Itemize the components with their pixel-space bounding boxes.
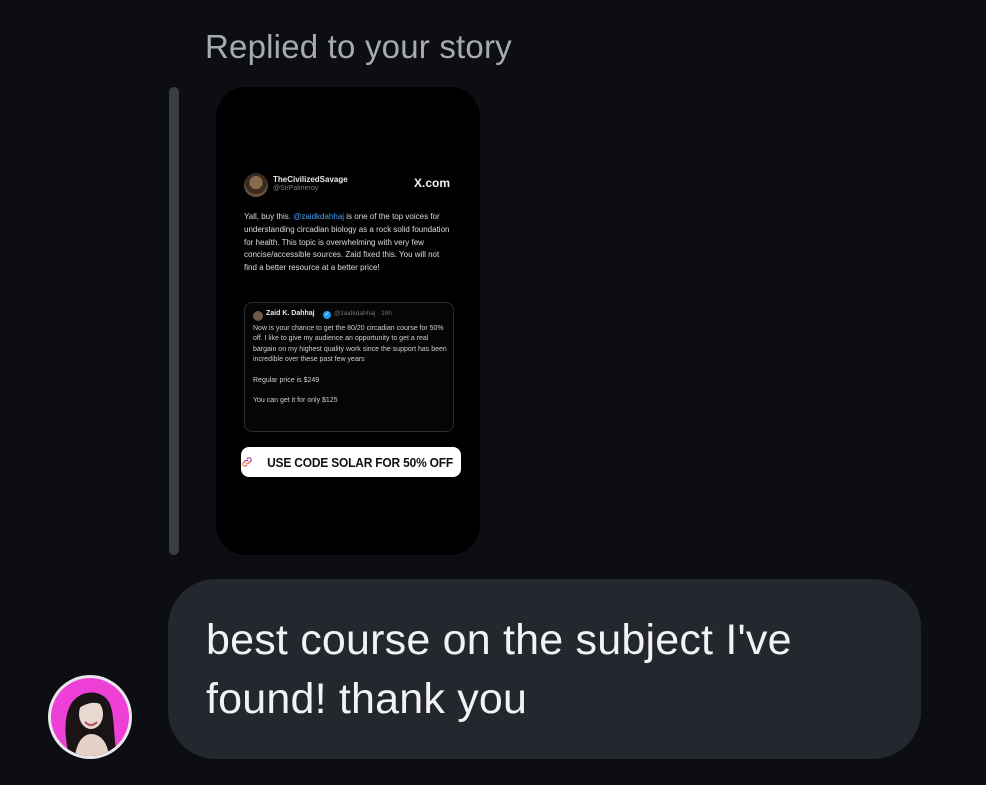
tweet-body: Yall, buy this. @zaidkdahhaj is one of t… xyxy=(244,211,454,275)
quoted-paragraph: You can get it for only $125 xyxy=(253,397,338,405)
message-text: best course on the subject I've found! t… xyxy=(206,616,792,723)
quoted-tweet: Zaid K. Dahhaj ✓ @zaidkdahhaj · 18h Now … xyxy=(244,302,454,432)
link-icon xyxy=(242,457,252,467)
tweet-body-end: is one of the top voices for understandi… xyxy=(244,212,450,273)
tweet-header: TheCivilizedSavage @SirPalmeroy X.com xyxy=(244,173,454,201)
quoted-tweet-body: Now is your chance to get the 80/20 circ… xyxy=(253,324,449,416)
quoted-tweet-header: Zaid K. Dahhaj ✓ @zaidkdahhaj · 18h xyxy=(253,310,448,322)
story-preview[interactable]: TheCivilizedSavage @SirPalmeroy X.com Ya… xyxy=(216,87,480,555)
portrait-icon xyxy=(65,692,117,756)
quoted-author-name: Zaid K. Dahhaj xyxy=(266,310,315,317)
quoted-author-avatar xyxy=(253,311,263,321)
tweet-author-handle: @SirPalmeroy xyxy=(273,185,319,192)
promo-link-sticker[interactable]: USE CODE SOLAR FOR 50% OFF xyxy=(241,447,461,477)
promo-link-label: USE CODE SOLAR FOR 50% OFF xyxy=(266,454,453,470)
sender-avatar[interactable] xyxy=(48,675,132,759)
tweet-body-start: Yall, buy this. xyxy=(244,212,294,221)
tweet-author-avatar xyxy=(244,173,268,197)
tweet-author-name: TheCivilizedSavage xyxy=(273,175,348,184)
replied-to-story-label: Replied to your story xyxy=(205,28,512,65)
x-com-label: X.com xyxy=(413,176,450,190)
quoted-paragraph: Regular price is $249 xyxy=(253,376,320,384)
reply-indicator-bar xyxy=(169,87,179,555)
quoted-paragraph: Now is your chance to get the 80/20 circ… xyxy=(253,325,447,364)
message-bubble[interactable]: best course on the subject I've found! t… xyxy=(168,579,921,759)
verified-badge-icon: ✓ xyxy=(323,311,331,319)
sender-avatar-photo xyxy=(51,678,129,756)
quoted-tweet-meta: @zaidkdahhaj · 18h xyxy=(334,310,392,317)
tweet-mention: @zaidkdahhaj xyxy=(293,212,345,221)
